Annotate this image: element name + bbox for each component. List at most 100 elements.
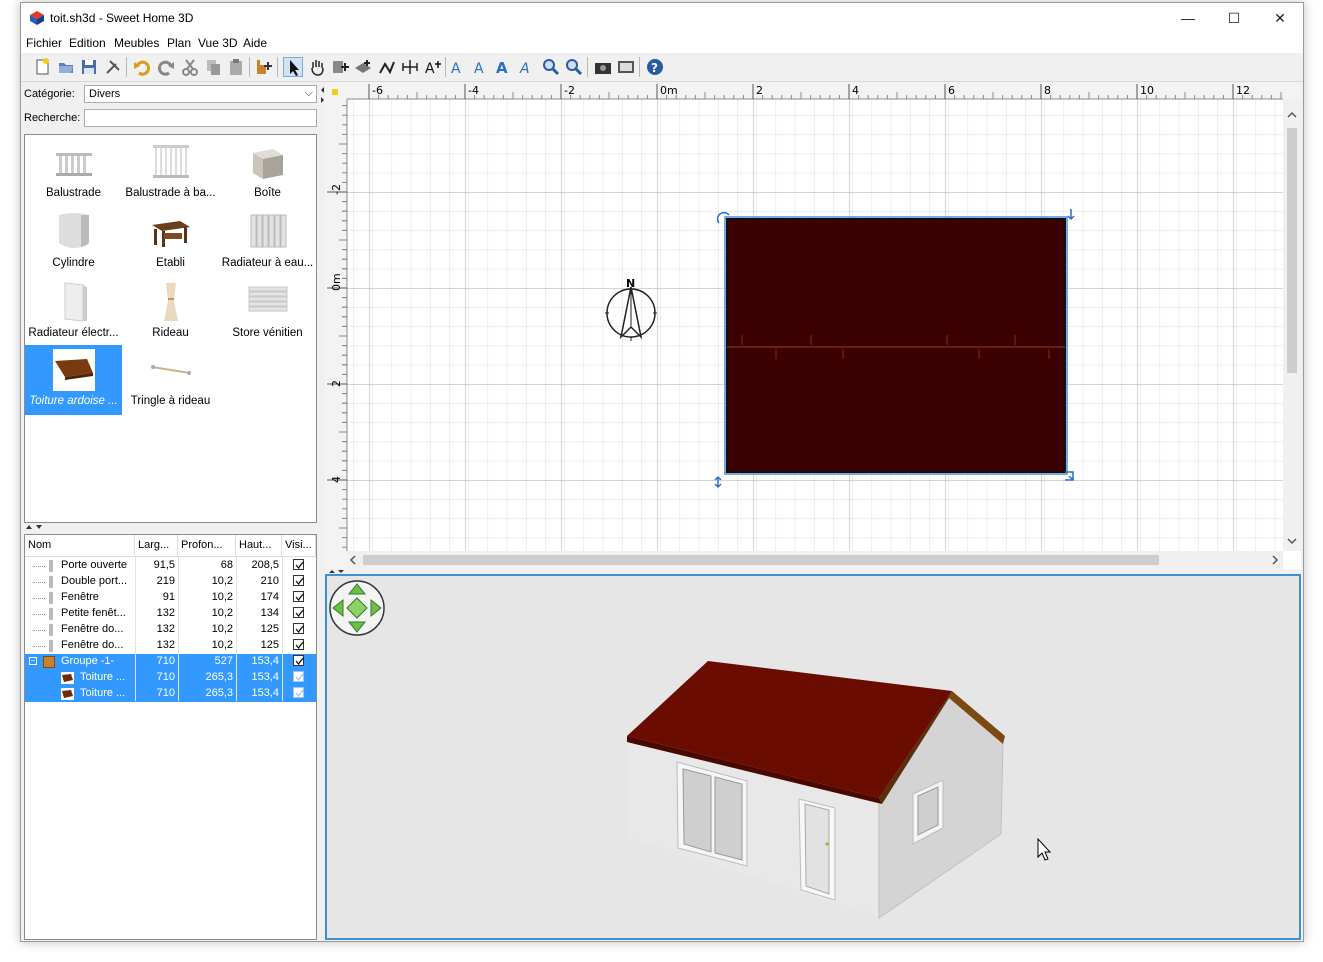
text-style-3-icon[interactable]: A <box>494 57 514 77</box>
plan-view[interactable]: -6 -4 -2 0m 2 4 6 8 10 12 -2 0m 2 4 N <box>325 82 1301 569</box>
cell-depth: 68 <box>220 559 233 571</box>
catalog-item-etabli[interactable]: Etabli <box>122 207 219 277</box>
select-arrow-icon[interactable] <box>283 57 303 77</box>
text-style-2-icon[interactable]: A <box>471 57 491 77</box>
group-icon <box>43 656 55 668</box>
catalog-item-label: Store vénitien <box>232 327 303 339</box>
open-icon[interactable] <box>56 57 76 77</box>
menu-meubles[interactable]: Meubles <box>114 36 159 50</box>
svg-text:A: A <box>496 59 508 77</box>
create-dimensions-icon[interactable] <box>400 57 420 77</box>
catalog-item-boite[interactable]: Boîte <box>219 137 316 207</box>
help-icon[interactable]: ? <box>645 57 665 77</box>
x-ruler-label: 8 <box>1044 84 1051 97</box>
visible-checkbox[interactable] <box>293 607 304 618</box>
visible-checkbox[interactable] <box>293 623 304 634</box>
column-header-name[interactable]: Nom <box>25 535 135 557</box>
menu-plan[interactable]: Plan <box>167 36 191 50</box>
text-style-1-icon[interactable]: A <box>448 57 468 77</box>
catalog-item-label: Tringle à rideau <box>130 395 211 407</box>
paste-icon[interactable] <box>226 57 246 77</box>
cut-icon[interactable] <box>180 57 200 77</box>
maximize-button[interactable]: ☐ <box>1211 3 1257 33</box>
table-row[interactable]: Toiture ... 710 265,3 153,4 <box>25 670 316 686</box>
cell-depth: 265,3 <box>205 671 233 683</box>
catalog-item-balustrade-bars[interactable]: Balustrade à ba... <box>122 137 219 207</box>
table-row[interactable]: Toiture ... 710 265,3 153,4 <box>25 686 316 702</box>
catalog-item-cylindre[interactable]: Cylindre <box>25 207 122 277</box>
plan-horizontal-scrollbar-thumb[interactable] <box>363 555 1159 565</box>
copy-icon[interactable] <box>203 57 223 77</box>
catalog-item-tringle-rideau[interactable]: Tringle à rideau <box>122 345 219 415</box>
catalog-item-radiateur-eau[interactable]: Radiateur à eau... <box>219 207 316 277</box>
visible-checkbox[interactable] <box>293 671 304 682</box>
catalog-item-radiateur-electrique[interactable]: Radiateur électr... <box>25 277 122 347</box>
catalog-item-balustrade[interactable]: Balustrade <box>25 137 122 207</box>
tree-line-icon <box>33 646 45 647</box>
navigation-arrows-icon[interactable] <box>329 580 385 636</box>
left-splitter[interactable] <box>21 524 320 530</box>
zoom-in-icon[interactable] <box>541 57 561 77</box>
cell-depth: 265,3 <box>205 687 233 699</box>
furniture-catalog: Balustrade Balustrade à ba... Boîte Cyli… <box>24 134 317 523</box>
column-divider <box>135 557 136 701</box>
text-style-4-icon[interactable]: A <box>517 57 537 77</box>
column-header-width[interactable]: Larg... <box>135 535 178 557</box>
column-header-depth[interactable]: Profon... <box>178 535 236 557</box>
catalog-item-store-venitien[interactable]: Store vénitien <box>219 277 316 347</box>
visible-checkbox[interactable] <box>293 639 304 650</box>
curtain-icon <box>164 283 178 321</box>
view-3d[interactable] <box>325 574 1301 940</box>
visible-checkbox[interactable] <box>293 655 304 666</box>
add-furniture-icon[interactable] <box>254 57 274 77</box>
photo-icon[interactable] <box>593 57 613 77</box>
roof-group-plan[interactable] <box>714 209 1075 489</box>
column-header-visible[interactable]: Visi... <box>282 535 316 557</box>
preferences-icon[interactable] <box>103 57 123 77</box>
search-input[interactable] <box>84 109 317 127</box>
redo-icon[interactable] <box>156 57 176 77</box>
table-row[interactable]: Fenêtre do... 132 10,2 125 <box>25 638 316 654</box>
add-text-icon[interactable]: A <box>423 57 443 77</box>
save-icon[interactable] <box>79 57 99 77</box>
roof-item-icon <box>61 688 74 700</box>
category-select[interactable]: Divers ⌵ <box>84 85 317 103</box>
video-icon[interactable] <box>616 57 636 77</box>
zoom-out-icon[interactable] <box>564 57 584 77</box>
plan-vertical-scrollbar-thumb[interactable] <box>1287 128 1297 373</box>
undo-icon[interactable] <box>132 57 152 77</box>
menu-aide[interactable]: Aide <box>243 36 267 50</box>
visible-checkbox[interactable] <box>293 559 304 570</box>
svg-text:A: A <box>425 61 435 77</box>
menu-edition[interactable]: Edition <box>69 36 106 50</box>
menu-fichier[interactable]: Fichier <box>26 36 62 50</box>
collapse-icon[interactable]: − <box>29 657 37 665</box>
box-icon <box>253 149 283 179</box>
new-file-icon[interactable] <box>32 57 52 77</box>
table-row[interactable]: Porte ouverte 91,5 68 208,5 <box>25 558 316 574</box>
visible-checkbox[interactable] <box>293 575 304 586</box>
workbench-icon <box>152 221 190 247</box>
y-ruler-label: 0m <box>330 273 343 291</box>
column-header-height[interactable]: Haut... <box>236 535 282 557</box>
cylinder-icon <box>59 213 89 248</box>
visible-checkbox[interactable] <box>293 591 304 602</box>
table-row[interactable]: Double port... 219 10,2 210 <box>25 574 316 590</box>
pan-hand-icon[interactable] <box>307 57 327 77</box>
create-walls-icon[interactable] <box>330 57 350 77</box>
minimize-button[interactable]: — <box>1165 3 1211 33</box>
x-ruler-label: 4 <box>852 84 859 97</box>
menu-vue-3d[interactable]: Vue 3D <box>198 36 238 50</box>
table-row[interactable]: Petite fenêt... 132 10,2 134 <box>25 606 316 622</box>
table-row[interactable]: − Groupe -1- 710 527 153,4 <box>25 654 316 670</box>
create-polylines-icon[interactable] <box>377 57 397 77</box>
create-rooms-icon[interactable] <box>353 57 373 77</box>
table-row[interactable]: Fenêtre 91 10,2 174 <box>25 590 316 606</box>
svg-text:A: A <box>451 61 461 77</box>
table-row[interactable]: Fenêtre do... 132 10,2 125 <box>25 622 316 638</box>
catalog-item-rideau[interactable]: Rideau <box>122 277 219 347</box>
catalog-item-toiture-ardoise[interactable]: Toiture ardoise ... <box>25 345 122 415</box>
visible-checkbox[interactable] <box>293 687 304 698</box>
close-button[interactable]: ✕ <box>1257 3 1303 33</box>
tree-line-icon <box>33 614 45 615</box>
